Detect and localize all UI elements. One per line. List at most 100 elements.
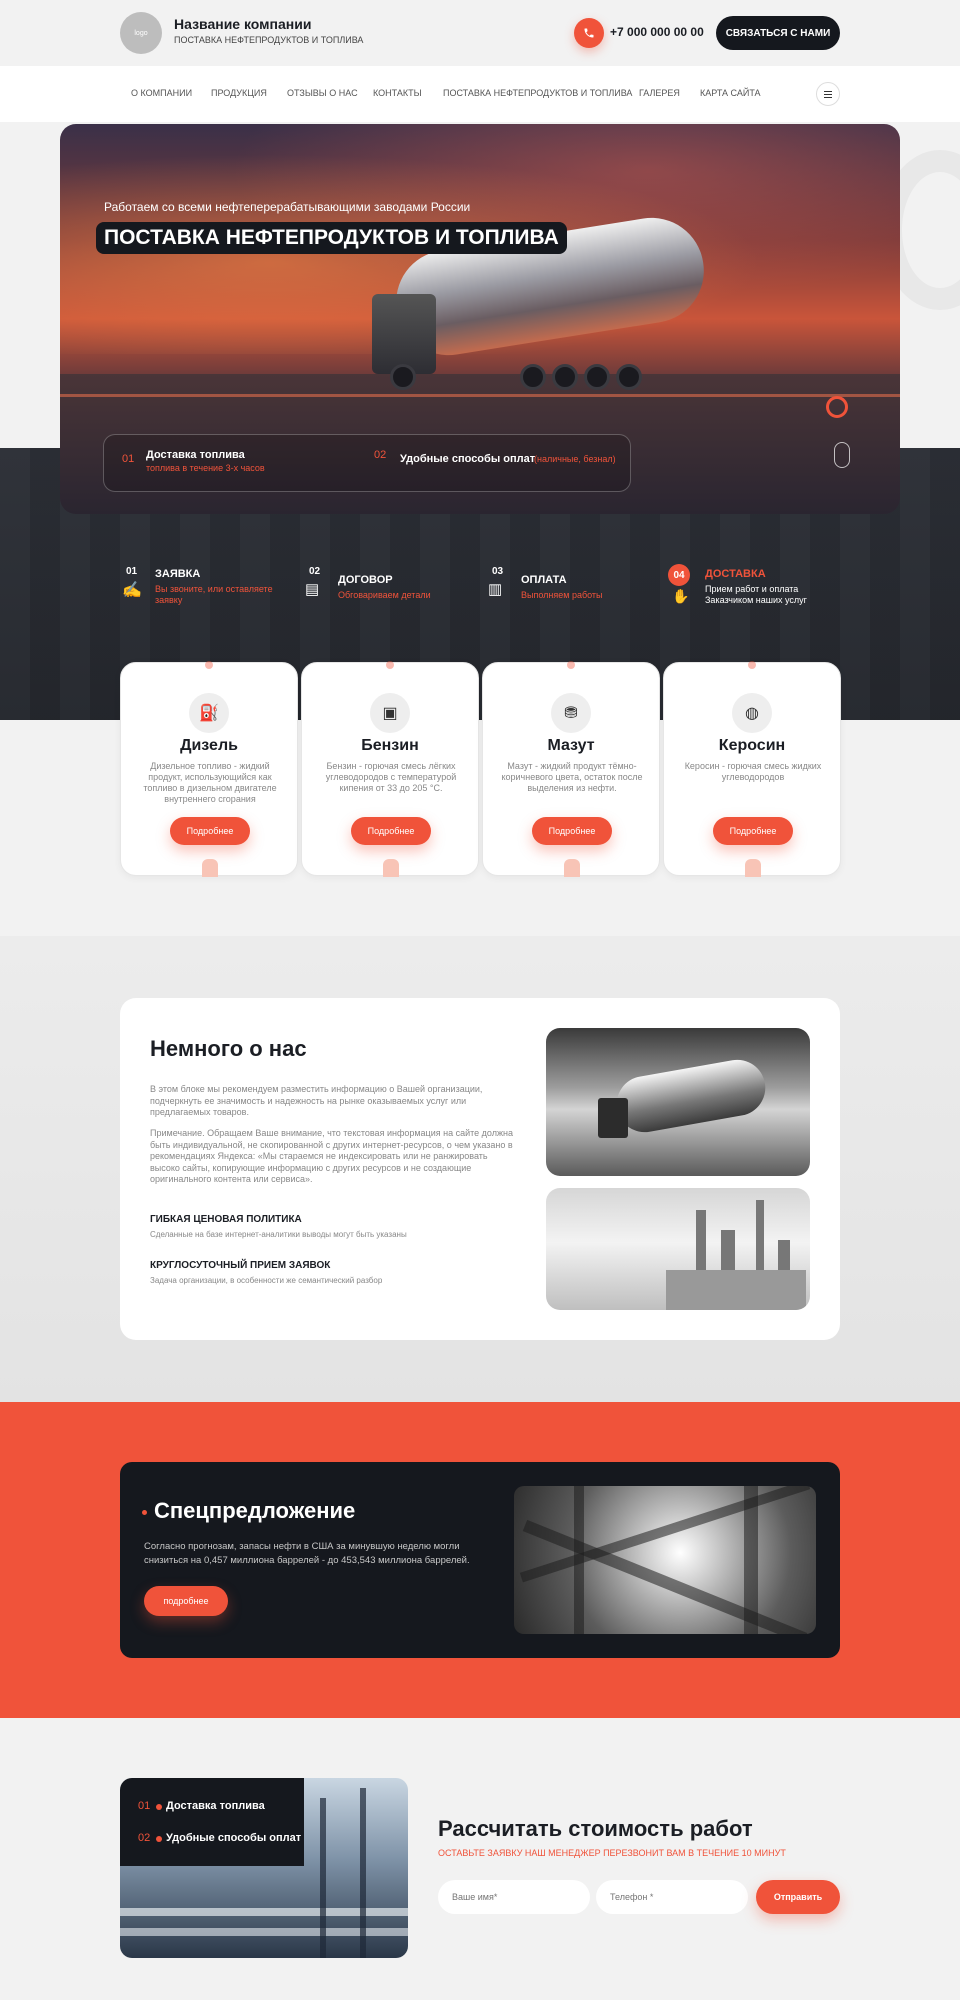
about-note: Примечание. Обращаем Ваше внимание, что … — [150, 1128, 513, 1184]
about-feature-sub: Сделанные на базе интернет-аналитики выв… — [150, 1230, 407, 1239]
hero-feature-title: Доставка топлива — [146, 449, 245, 461]
hero-tagline: Работаем со всеми нефтеперерабатывающими… — [104, 200, 471, 214]
nav-item-sitemap[interactable]: КАРТА САЙТА — [700, 88, 761, 98]
pipe-shape — [574, 1486, 584, 1634]
card-tab — [745, 859, 761, 877]
calc-feature-title: Доставка топлива — [166, 1800, 265, 1812]
about-paragraph: В этом блоке мы рекомендуем разместить и… — [150, 1084, 483, 1117]
company-logo[interactable]: logo — [120, 12, 162, 54]
offer-text: Согласно прогнозам, запасы нефти в США з… — [144, 1541, 470, 1566]
scroll-ring-icon — [826, 396, 848, 418]
scroll-mouse-icon[interactable] — [834, 442, 850, 468]
step-sub: Вы звоните, или оставляете заявку — [155, 584, 273, 605]
product-card-fuel-oil: ⛃ Мазут Мазут - жидкий продукт тёмно-кор… — [482, 661, 660, 877]
truck-cab-image — [372, 294, 436, 374]
pipe-shape — [522, 1519, 808, 1634]
menu-icon[interactable] — [816, 82, 840, 106]
calc-feature-number: 01 — [138, 1800, 151, 1812]
card-dot — [748, 661, 756, 669]
product-more-button[interactable]: Подробнее — [532, 817, 612, 845]
offer-title: Спецпредложение — [154, 1498, 356, 1523]
phone-number[interactable]: +7 000 000 00 00 — [610, 25, 704, 39]
product-card-kerosene: ◍ Керосин Керосин - горючая смесь жидких… — [663, 661, 841, 877]
contact-us-button[interactable]: СВЯЗАТЬСЯ С НАМИ — [716, 16, 840, 50]
product-description: Мазут - жидкий продукт тёмно-коричневого… — [501, 761, 643, 793]
step-title: ОПЛАТА — [521, 574, 567, 586]
pipe-shape — [360, 1788, 366, 1958]
nav-item-contacts[interactable]: КОНТАКТЫ — [373, 88, 422, 98]
card-tab — [202, 859, 218, 877]
step-title: ДОГОВОР — [338, 574, 393, 586]
nav-item-gallery[interactable]: ГАЛЕРЕЯ — [639, 88, 680, 98]
step-title: ЗАЯВКА — [155, 568, 201, 580]
step-sub: Выполняем работы — [521, 590, 603, 600]
about-title: Немного о нас — [150, 1036, 307, 1061]
product-name: Бензин — [361, 737, 419, 754]
site-header: logo Название компании ПОСТАВКА НЕФТЕПРО… — [0, 0, 960, 66]
calc-features-panel: 01 Доставка топлива 02 Удобные способы о… — [120, 1778, 304, 1866]
hero-feature-title: Удобные способы оплат — [400, 453, 536, 465]
calc-feature-dot — [156, 1836, 162, 1842]
tank-shape — [612, 1055, 770, 1137]
step-number-badge: 04 — [668, 564, 690, 586]
product-more-button[interactable]: Подробнее — [170, 817, 250, 845]
hero-banner: Работаем со всеми нефтеперерабатывающими… — [60, 124, 900, 514]
nav-item-supply[interactable]: ПОСТАВКА НЕФТЕПРОДУКТОВ И ТОПЛИВА — [443, 88, 632, 98]
hero-feature-number: 01 — [122, 453, 135, 465]
kerosene-icon: ◍ — [732, 693, 772, 733]
about-feature-title: КРУГЛОСУТОЧНЫЙ ПРИЕМ ЗАЯВОК — [150, 1260, 331, 1271]
product-description: Дизельное топливо - жидкий продукт, испо… — [143, 761, 277, 804]
product-name: Мазут — [547, 737, 595, 754]
step-title: ДОСТАВКА — [705, 568, 766, 580]
hero-feature-sub: (наличные, безнал) — [534, 454, 616, 464]
about-feature-sub: Задача организации, в особенности же сем… — [150, 1276, 383, 1285]
card-tab — [383, 859, 399, 877]
product-name: Дизель — [180, 737, 238, 754]
card-tab — [564, 859, 580, 877]
hero-feature-sub: топлива в течение 3-х часов — [146, 463, 265, 473]
product-more-button[interactable]: Подробнее — [713, 817, 793, 845]
hand-icon: ✍ — [122, 582, 142, 599]
step-sub: Обговариваем детали — [338, 590, 431, 600]
card-dot — [205, 661, 213, 669]
offer-card: Спецпредложение Согласно прогнозам, запа… — [120, 1462, 840, 1658]
calc-feature-dot — [156, 1804, 162, 1810]
card-dot — [567, 661, 575, 669]
structure-shape — [666, 1270, 806, 1310]
calc-subtitle: ОСТАВЬТЕ ЗАЯВКУ НАШ МЕНЕДЖЕР ПЕРЕЗВОНИТ … — [438, 1848, 786, 1858]
about-feature-title: ГИБКАЯ ЦЕНОВАЯ ПОЛИТИКА — [150, 1214, 302, 1225]
offer-more-button[interactable]: подробнее — [144, 1586, 228, 1616]
document-icon: ▤ — [305, 581, 320, 598]
nav-item-products[interactable]: ПРОДУКЦИЯ — [211, 88, 267, 98]
product-description: Керосин - горючая смесь жидких углеводор… — [684, 761, 822, 782]
company-name: Название компании — [174, 16, 312, 32]
calc-title: Рассчитать стоимость работ — [438, 1816, 753, 1841]
pipes-photo — [514, 1486, 816, 1634]
hero-feature-number: 02 — [374, 449, 387, 461]
cab-shape — [598, 1098, 628, 1138]
card-dot — [386, 661, 394, 669]
phone-input[interactable] — [596, 1880, 748, 1914]
delivery-hand-icon: ✋ — [672, 588, 690, 604]
nav-item-about[interactable]: О КОМПАНИИ — [131, 88, 192, 98]
fuel-pump-icon: ▣ — [370, 693, 410, 733]
fuel-canister-icon: ⛽ — [189, 693, 229, 733]
logo-text: logo — [134, 29, 148, 37]
company-tagline: ПОСТАВКА НЕФТЕПРОДУКТОВ И ТОПЛИВА — [174, 35, 364, 45]
tanker-truck-photo — [546, 1028, 810, 1176]
step-sub: Прием работ и оплата Заказчиком наших ус… — [705, 584, 807, 605]
refinery-photo — [546, 1188, 810, 1310]
phone-icon[interactable] — [574, 18, 604, 48]
name-input[interactable] — [438, 1880, 590, 1914]
step-number: 01 — [126, 566, 138, 577]
calc-feature-number: 02 — [138, 1832, 151, 1844]
offer-dot — [142, 1510, 147, 1515]
nav-item-reviews[interactable]: ОТЗЫВЫ О НАС — [287, 88, 358, 98]
product-more-button[interactable]: Подробнее — [351, 817, 431, 845]
calc-feature-title: Удобные способы оплат — [166, 1832, 302, 1844]
terminal-icon: ▥ — [488, 581, 503, 598]
product-card-diesel: ⛽ Дизель Дизельное топливо - жидкий прод… — [120, 661, 298, 877]
submit-button[interactable]: Отправить — [756, 1880, 840, 1914]
about-card: Немного о нас В этом блоке мы рекомендуе… — [120, 998, 840, 1340]
step-number: 03 — [492, 566, 504, 577]
